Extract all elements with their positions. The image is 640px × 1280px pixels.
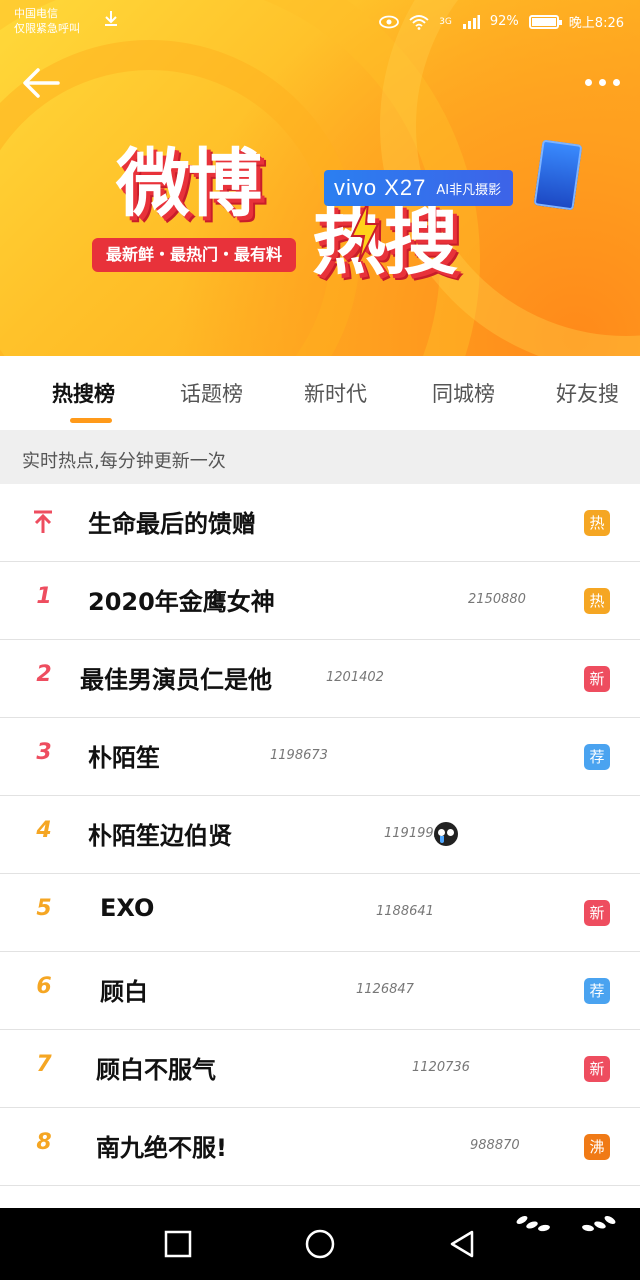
- item-rank: 4: [36, 818, 52, 843]
- refresh-hint-text: 实时热点,每分钟更新一次: [22, 451, 226, 472]
- logo-text-resou: 热搜: [312, 199, 458, 285]
- list-item[interactable]: 2 最佳男演员仁是他 1201402 新: [0, 640, 640, 718]
- square-recent-icon[interactable]: [162, 1228, 194, 1260]
- clock: 晚上8:26: [568, 16, 624, 31]
- carrier-name: 中国电信: [14, 7, 58, 20]
- logo-text-weibo: 微博: [116, 141, 262, 227]
- item-rank: 1: [36, 584, 52, 609]
- list-item[interactable]: 7 顾白不服气 1120736 新: [0, 1030, 640, 1108]
- wifi-icon: [409, 14, 429, 30]
- boiling-badge: 沸: [584, 1134, 610, 1160]
- item-count: 1120736: [412, 1060, 470, 1075]
- item-rank: 6: [36, 974, 52, 999]
- item-title: 2020年金鹰女神: [88, 588, 275, 616]
- carrier-info: 中国电信 仅限紧急呼叫: [14, 6, 80, 36]
- slogan-pill: 最新鲜・最热门・最有料: [92, 238, 297, 272]
- download-icon: [105, 11, 117, 26]
- list-item[interactable]: 1 2020年金鹰女神 2150880 热: [0, 562, 640, 640]
- hot-badge: 热: [584, 588, 610, 614]
- sponsor-brand: vivo X27: [334, 175, 427, 200]
- item-title: 顾白不服气: [96, 1056, 216, 1084]
- header-banner: 最新鲜・最热门・最有料 微博 热搜 vivo X27 AI非凡摄影: [0, 0, 640, 356]
- phone-image: [533, 139, 583, 211]
- item-title: 顾白: [100, 978, 148, 1006]
- list-item[interactable]: 4 朴陌笙边伯贤 1191995: [0, 796, 640, 874]
- item-rank: 7: [36, 1052, 52, 1077]
- recommend-badge: 荐: [584, 978, 610, 1004]
- item-rank: 5: [36, 896, 52, 921]
- list-item[interactable]: 3 朴陌笙 1198673 荐: [0, 718, 640, 796]
- refresh-hint-bar: 实时热点,每分钟更新一次: [0, 430, 640, 484]
- item-title: 南九绝不服!: [96, 1134, 227, 1162]
- lightning-icon: [350, 202, 380, 262]
- item-title: 朴陌笙: [88, 744, 160, 772]
- new-badge: 新: [584, 1056, 610, 1082]
- signal-icon: [462, 14, 480, 29]
- crying-face-icon: [434, 822, 458, 846]
- active-tab-indicator: [70, 418, 112, 423]
- laurel-watermark-icon: [516, 1216, 616, 1232]
- item-title: EXO: [100, 894, 155, 922]
- battery-icon: [528, 14, 562, 29]
- item-rank: 3: [36, 740, 52, 765]
- sponsor-ad-pill[interactable]: vivo X27 AI非凡摄影: [324, 170, 514, 206]
- back-arrow-icon[interactable]: [18, 60, 64, 106]
- item-count: 1201402: [326, 670, 384, 685]
- list-item[interactable]: 生命最后的馈赠 热: [0, 484, 640, 562]
- new-badge: 新: [584, 666, 610, 692]
- item-title: 朴陌笙边伯贤: [88, 822, 232, 850]
- list-item[interactable]: 6 顾白 1126847 荐: [0, 952, 640, 1030]
- tab-topics[interactable]: 话题榜: [180, 378, 243, 408]
- tab-local[interactable]: 同城榜: [432, 378, 495, 408]
- item-count: 1198673: [270, 748, 328, 763]
- new-badge: 新: [584, 900, 610, 926]
- list-item[interactable]: 5 EXO 1188641 新: [0, 874, 640, 952]
- more-dots-icon[interactable]: [576, 70, 620, 94]
- list-item[interactable]: 8 南九绝不服! 988870 沸: [0, 1108, 640, 1186]
- tab-hot-search[interactable]: 热搜榜: [52, 378, 115, 408]
- network-type: 3G: [439, 16, 452, 27]
- eye-icon: [379, 15, 400, 28]
- recommend-badge: 荐: [584, 744, 610, 770]
- weibo-hot-search-logo: 最新鲜・最热门・最有料 微博 热搜 vivo X27 AI非凡摄影: [92, 139, 592, 302]
- tab-new-era[interactable]: 新时代: [304, 378, 367, 408]
- tab-friends[interactable]: 好友搜: [556, 378, 619, 408]
- status-indicators: 3G 92% 晚上8:26: [379, 12, 624, 31]
- item-rank: 2: [36, 662, 52, 687]
- item-count: 1188641: [376, 904, 434, 919]
- circle-home-icon[interactable]: [304, 1228, 336, 1260]
- item-count: 988870: [470, 1138, 520, 1153]
- item-title: 生命最后的馈赠: [88, 510, 256, 538]
- battery-percent: 92%: [489, 14, 519, 29]
- sponsor-tagline: AI非凡摄影: [436, 182, 502, 198]
- carrier-status: 仅限紧急呼叫: [14, 22, 80, 35]
- triangle-back-icon[interactable]: [446, 1228, 478, 1260]
- status-bar: 中国电信 仅限紧急呼叫 3G 92% 晚上8:26: [0, 0, 640, 46]
- item-count: 1126847: [356, 982, 414, 997]
- item-title: 最佳男演员仁是他: [80, 666, 272, 694]
- item-count: 2150880: [468, 592, 526, 607]
- hot-badge: 热: [584, 510, 610, 536]
- pin-top-icon: [34, 510, 52, 533]
- hot-search-list: 生命最后的馈赠 热 1 2020年金鹰女神 2150880 热 2 最佳男演员仁…: [0, 484, 640, 1186]
- item-rank: 8: [36, 1130, 52, 1155]
